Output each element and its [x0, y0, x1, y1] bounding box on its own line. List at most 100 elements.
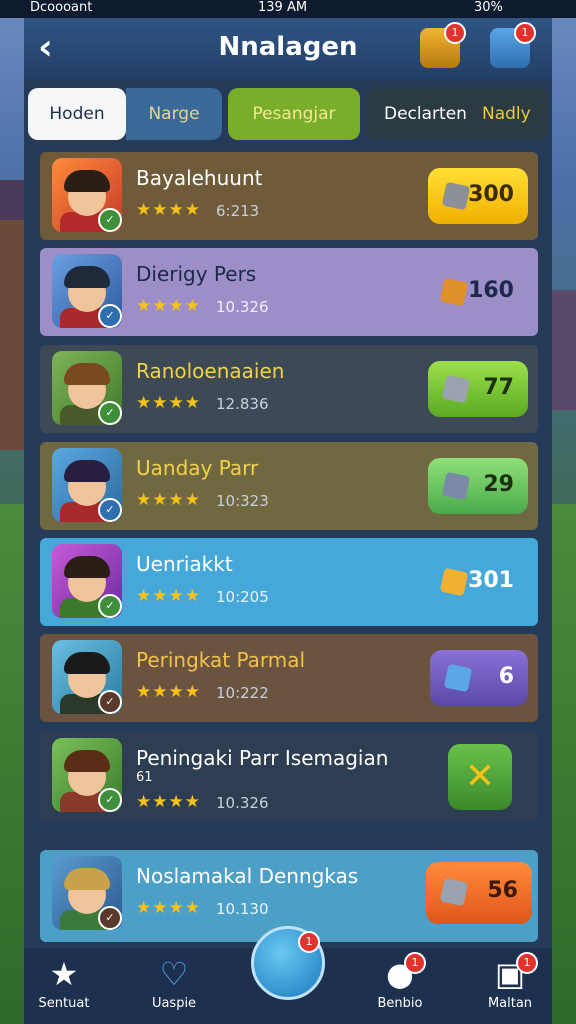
bottom-nav: ★ Sentuat ♡ Uaspie 1 Dr ●1 Benbio ▣1 Mal… [24, 926, 552, 1024]
leaderboard-row[interactable]: ✓ Uenriakkt ★★★★ 10:205 301 [40, 538, 538, 626]
reward-value: 6 [498, 664, 514, 689]
nav-label: Maltan [487, 996, 533, 1011]
rating-stars-icon: ★★★★ [136, 200, 201, 220]
rating-stars-icon: ★★★★ [136, 490, 201, 510]
clock: 139 AM [258, 0, 308, 15]
reward-value: 160 [468, 278, 514, 303]
nav-label: Benbio [377, 996, 423, 1011]
robot-badge: 1 [514, 22, 536, 44]
level-badge-icon: ✓ [98, 208, 122, 232]
tab-group-declarten: Declarten Nadly [366, 88, 548, 140]
level-badge-icon: ✓ [98, 401, 122, 425]
player-name: Ranoloenaaien [136, 359, 285, 383]
page-title: Nnalagen [218, 32, 358, 62]
nav-item-sentuat[interactable]: ★ Sentuat [24, 956, 104, 1011]
reward-value: 56 [487, 878, 518, 903]
fish-icon: 1 [251, 926, 325, 1000]
player-score: 6:213 [216, 202, 260, 220]
chat-icon: ● 1 [360, 952, 440, 996]
player-name: Peningaki Parr Isemagian [136, 746, 389, 770]
level-badge-icon: ✓ [98, 690, 122, 714]
tab-declarten[interactable]: Declarten [384, 88, 467, 140]
tab-hoden[interactable]: Hoden [28, 88, 126, 140]
player-score: 10.326 [216, 794, 269, 812]
chest-icon[interactable]: 1 [420, 22, 466, 68]
reward-button[interactable]: 300 [428, 168, 528, 224]
player-score: 10.130 [216, 900, 269, 918]
nav-item-maltan[interactable]: ▣ 1 Maltan [470, 952, 550, 1011]
reward-value: 300 [468, 182, 514, 207]
reward-value-box: 301 [436, 554, 528, 610]
heart-icon: ♡ [159, 955, 189, 993]
nav-item-benbio[interactable]: ● 1 Benbio [360, 952, 440, 1011]
player-name: Uanday Parr [136, 456, 259, 480]
player-name: Uenriakkt [136, 552, 233, 576]
bronze-gem-icon [439, 277, 469, 307]
silver-gem-icon [441, 374, 471, 404]
star-icon: ★ [49, 955, 79, 993]
nav-label: Sentuat [38, 996, 90, 1011]
player-avatar: ✓ [52, 158, 122, 232]
reward-button[interactable]: 56 [426, 862, 532, 924]
player-name: Peringkat Parmal [136, 648, 306, 672]
level-badge-icon: ✓ [98, 304, 122, 328]
silver-gem-icon [441, 181, 471, 211]
level-badge-icon: ✓ [98, 594, 122, 618]
player-name: Noslamakal Denngkas [136, 864, 359, 888]
nav-badge: 1 [516, 952, 538, 974]
rating-stars-icon: ★★★★ [136, 296, 201, 316]
rating-stars-icon: ★★★★ [136, 682, 201, 702]
rating-stars-icon: ★★★★ [136, 898, 201, 918]
nav-badge: 1 [298, 931, 320, 953]
battery-level: 30% [474, 0, 503, 15]
nav-badge: 1 [404, 952, 426, 974]
player-subname: 61 [136, 770, 153, 785]
player-score: 10.326 [216, 298, 269, 316]
player-score: 10:205 [216, 588, 269, 606]
leaderboard-row[interactable]: ✓ Dierigy Pers ★★★★ 10.326 160 [40, 248, 538, 336]
nav-item-center[interactable]: 1 Dr [248, 926, 328, 1001]
reward-value: 301 [468, 568, 514, 593]
leaderboard-row[interactable]: ✓ Peningaki Parr Isemagian 61 ★★★★ 10.32… [40, 732, 538, 820]
book-icon: ▣ 1 [470, 952, 550, 996]
close-x-button[interactable]: ✕ [448, 744, 512, 810]
reward-button[interactable]: 77 [428, 361, 528, 417]
silver-gem-icon [439, 877, 469, 907]
nav-item-uaspie[interactable]: ♡ Uaspie [134, 956, 214, 1011]
player-avatar: ✓ [52, 640, 122, 714]
silver-gem-icon [441, 471, 471, 501]
player-avatar: ✓ [52, 351, 122, 425]
gold-gem-icon [439, 567, 469, 597]
reward-button[interactable]: 29 [428, 458, 528, 514]
chest-badge: 1 [444, 22, 466, 44]
blue-star-gem-icon [443, 663, 473, 693]
reward-value-box: 160 [436, 264, 528, 320]
leaderboard-row[interactable]: ✓ Uanday Parr ★★★★ 10:323 29 [40, 442, 538, 530]
leaderboard-row[interactable]: ✓ Bayalehuunt ★★★★ 6:213 300 [40, 152, 538, 240]
carrier-label: Dcoooant [30, 0, 93, 15]
level-badge-icon: ✓ [98, 906, 122, 930]
nav-label: Uaspie [151, 996, 197, 1011]
leaderboard-row[interactable]: ✓ Ranoloenaaien ★★★★ 12.836 77 [40, 345, 538, 433]
tab-nadly[interactable]: Nadly [482, 88, 531, 140]
reward-value: 29 [483, 472, 514, 497]
player-avatar: ✓ [52, 544, 122, 618]
rating-stars-icon: ★★★★ [136, 393, 201, 413]
player-score: 12.836 [216, 395, 269, 413]
player-avatar: ✓ [52, 448, 122, 522]
player-avatar: ✓ [52, 856, 122, 930]
reward-button[interactable]: 6 [430, 650, 528, 706]
leaderboard-row[interactable]: ✓ Peringkat Parmal ★★★★ 10:222 6 [40, 634, 538, 722]
reward-value: 77 [483, 375, 514, 400]
tab-pesangjar[interactable]: Pesangjar [228, 88, 360, 140]
player-name: Bayalehuunt [136, 166, 263, 190]
rating-stars-icon: ★★★★ [136, 792, 201, 812]
player-avatar: ✓ [52, 254, 122, 328]
player-name: Dierigy Pers [136, 262, 257, 286]
tab-narge[interactable]: Narge [126, 88, 222, 140]
level-badge-icon: ✓ [98, 788, 122, 812]
status-bar: Dcoooant 139 AM 30% [0, 0, 576, 18]
robot-icon[interactable]: 1 [490, 22, 536, 68]
tab-bar: Hoden Narge Pesangjar Declarten Nadly [28, 88, 548, 140]
header-bar: ‹ Nnalagen 1 1 [24, 18, 552, 80]
